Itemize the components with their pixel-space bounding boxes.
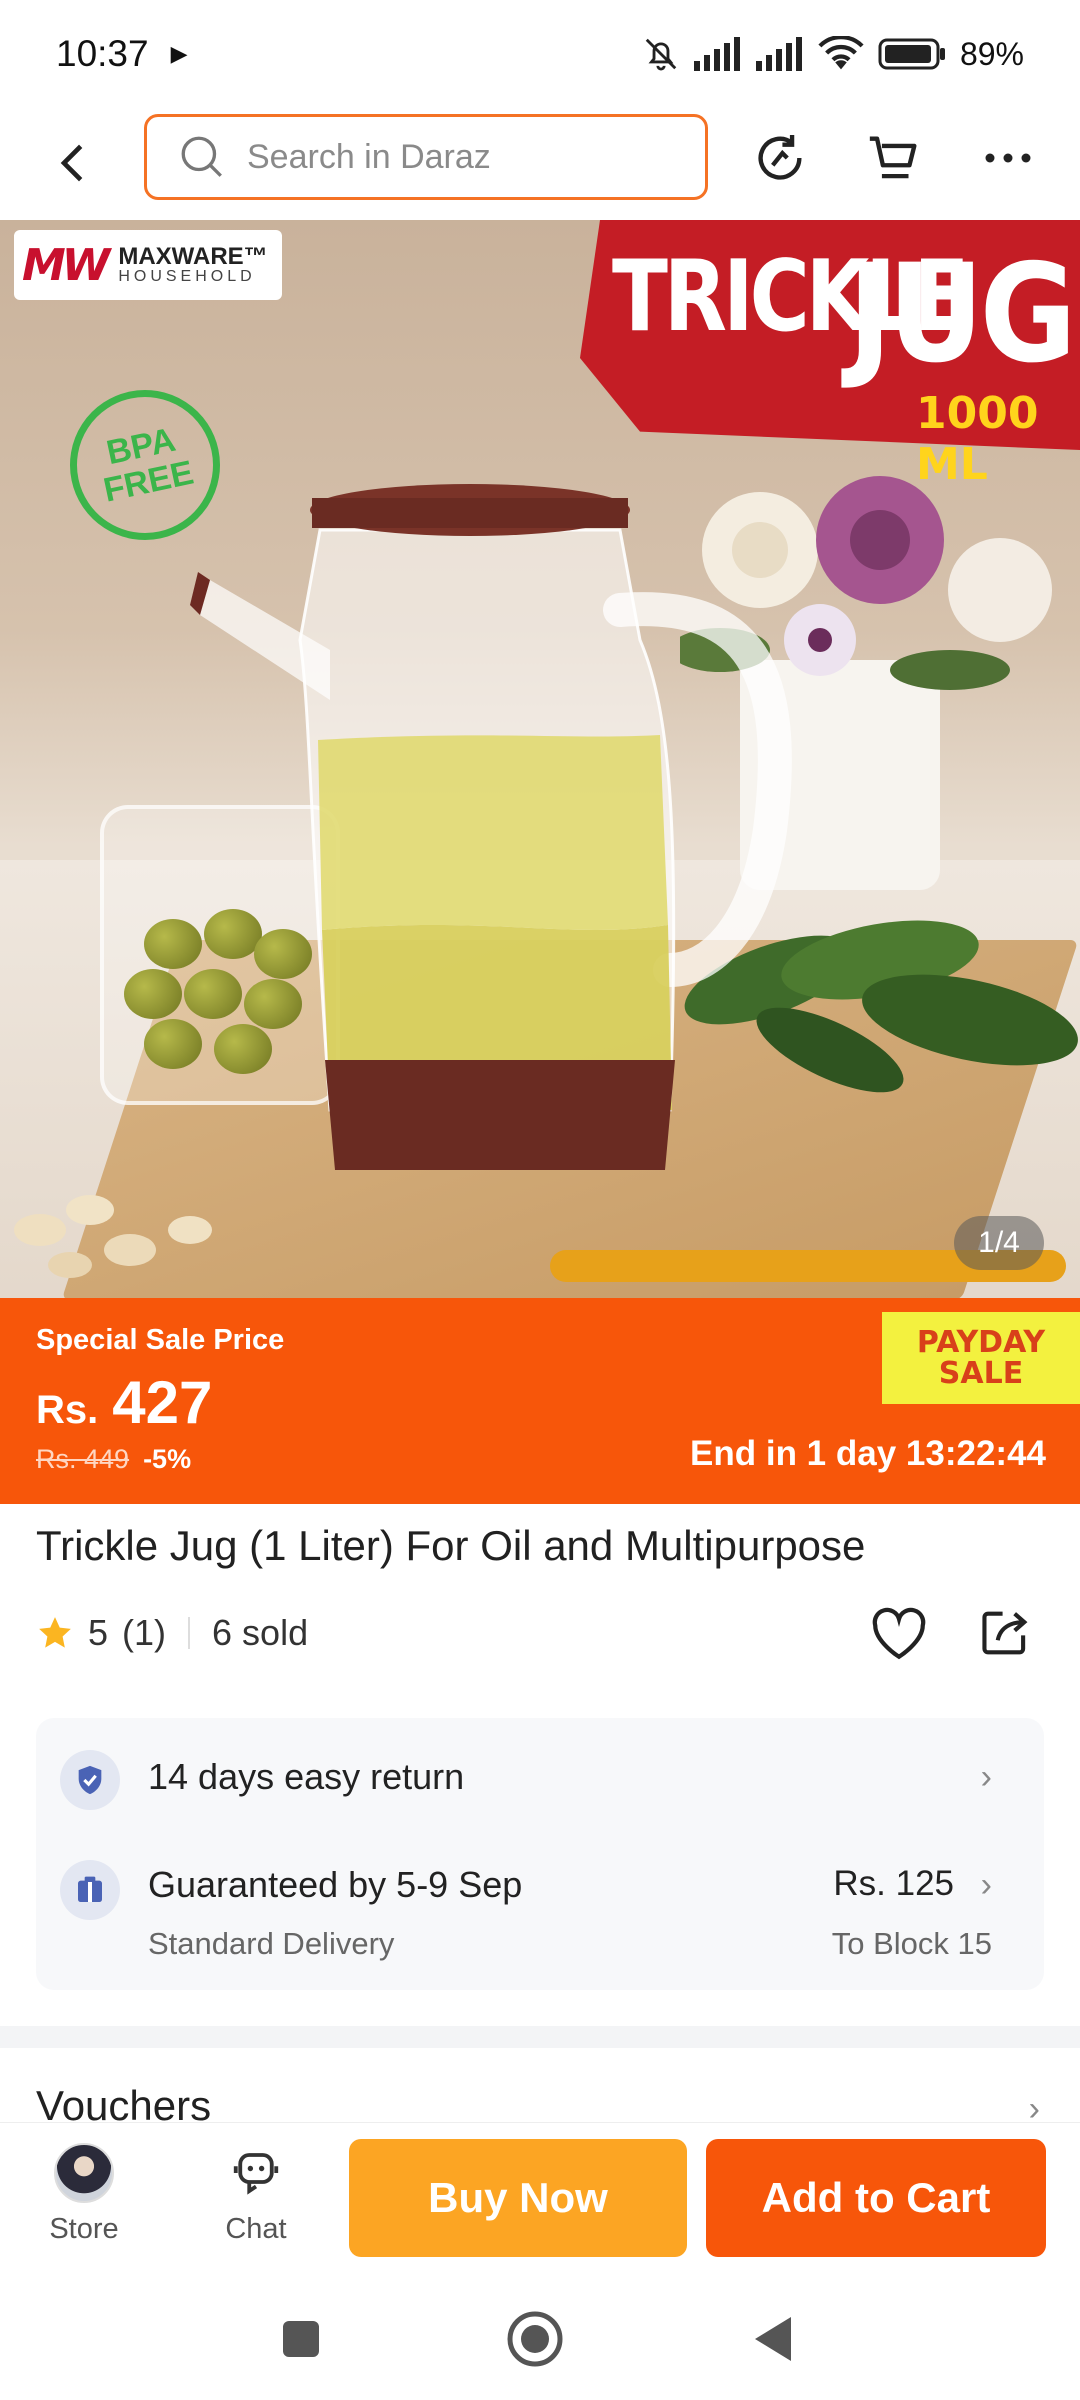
signal-icon-2 [755, 37, 802, 71]
rating-divider [188, 1617, 191, 1649]
share-icon [982, 1611, 1028, 1655]
wishlist-button[interactable] [866, 1600, 932, 1666]
return-policy-text: 14 days easy return [148, 1756, 465, 1797]
chat-label: Chat [225, 2213, 287, 2245]
original-price-row: Rs. 449 -5% [36, 1444, 191, 1475]
headline-jug: JUG [848, 234, 1077, 393]
current-price: Rs. 427 [36, 1368, 212, 1437]
triangle-back-icon [755, 2317, 791, 2361]
bottom-action-bar: Store Chat Buy Now Add to Cart [0, 2122, 1080, 2274]
brand-logo: MW MAXWARE™ HOUSEHOLD [14, 230, 282, 300]
status-icons: 89% [642, 35, 1024, 73]
media-play-icon: ▶ [170, 41, 188, 66]
battery-level: 89% [959, 35, 1024, 72]
payday-line-2: SALE [938, 1356, 1024, 1391]
rating-row[interactable]: 5 (1) 6 sold [36, 1612, 308, 1654]
more-options-button[interactable] [972, 122, 1044, 194]
delivery-fee: Rs. 125 [833, 1864, 954, 1903]
chevron-right-icon: › [980, 1866, 992, 1904]
chevron-right-icon: › [980, 1758, 992, 1796]
chat-button[interactable]: Chat [196, 2143, 316, 2246]
more-icon [985, 153, 1031, 163]
system-navigation-bar [0, 2274, 1080, 2400]
heart-icon [872, 1607, 926, 1660]
square-icon [283, 2321, 319, 2357]
top-nav: Search in Daraz [0, 108, 1080, 218]
brand-name: MAXWARE™ [118, 243, 268, 270]
original-price: Rs. 449 [36, 1444, 130, 1474]
sold-count: 6 sold [212, 1612, 309, 1653]
status-time: 10:37 [56, 33, 149, 74]
image-counter: 1/4 [954, 1216, 1044, 1270]
home-button[interactable] [500, 2304, 570, 2374]
brand-mark: MW [22, 239, 110, 291]
chevron-left-icon [60, 144, 83, 182]
price-currency: Rs. [36, 1388, 99, 1432]
capacity-label: 1000 ML [916, 388, 1039, 490]
history-icon [758, 135, 802, 180]
trickle-jug-illustration [190, 484, 792, 1170]
delivery-method: Standard Delivery [148, 1926, 395, 1961]
cashew-nuts-illustration [14, 1195, 212, 1278]
sale-countdown: End in 1 day 13:22:44 [690, 1434, 1046, 1473]
buy-now-button[interactable]: Buy Now [349, 2139, 687, 2257]
share-button[interactable] [972, 1600, 1038, 1666]
back-button[interactable] [38, 127, 110, 199]
delivery-destination: To Block 15 [831, 1926, 992, 1961]
section-divider [0, 2026, 1080, 2048]
shield-check-icon [60, 1750, 120, 1810]
mute-bell-icon [645, 38, 677, 71]
rating-count: (1) [122, 1612, 167, 1653]
payday-line-1: PAYDAY [916, 1324, 1046, 1360]
store-button[interactable]: Store [24, 2143, 144, 2246]
product-title: Trickle Jug (1 Liter) For Oil and Multip… [36, 1522, 866, 1569]
payday-sale-badge[interactable]: PAYDAY SALE [882, 1312, 1080, 1404]
wifi-icon [818, 36, 864, 70]
discount-percent: -5% [143, 1444, 192, 1474]
signal-icon-1 [693, 37, 740, 71]
search-placeholder: Search in Daraz [247, 137, 491, 176]
delivery-info-card: 14 days easy return › Guaranteed by 5-9 … [36, 1718, 1044, 1990]
star-icon [39, 1617, 71, 1648]
back-nav-button[interactable] [738, 2304, 808, 2374]
special-sale-label: Special Sale Price [36, 1324, 285, 1356]
home-circle-icon [507, 2311, 563, 2367]
recents-button[interactable] [266, 2304, 336, 2374]
history-button[interactable] [744, 122, 816, 194]
guaranteed-delivery-text: Guaranteed by 5-9 Sep [148, 1864, 523, 1905]
battery-icon [878, 38, 945, 70]
delivery-box-icon [60, 1860, 120, 1920]
chat-icon [226, 2143, 286, 2203]
price-section: Special Sale Price Rs. 427 Rs. 449 -5% P… [0, 1298, 1080, 1504]
price-value: 427 [112, 1369, 213, 1436]
add-to-cart-button[interactable]: Add to Cart [706, 2139, 1046, 2257]
store-label: Store [49, 2213, 119, 2245]
search-icon [181, 136, 222, 177]
status-bar: 10:37 ▶ 89% [0, 0, 1080, 108]
search-input[interactable]: Search in Daraz [144, 114, 708, 200]
product-image-carousel[interactable]: TRICKLE JUG 1000 ML MW MAXWARE™ HOUSEHOL… [0, 220, 1080, 1298]
cart-button[interactable] [858, 122, 930, 194]
rating-score: 5 [88, 1612, 109, 1653]
cart-icon [869, 136, 917, 179]
store-avatar [54, 2143, 114, 2203]
brand-subtitle: HOUSEHOLD [118, 268, 256, 285]
